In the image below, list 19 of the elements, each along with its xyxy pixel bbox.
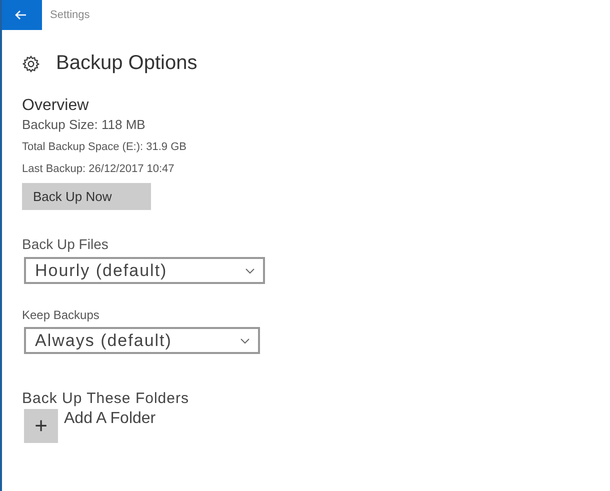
last-backup-text: Last Backup: 26/12/2017 10:47 [22, 163, 174, 175]
section-heading: Overview [22, 97, 89, 115]
dropdown[interactable]: Hourly (default) [24, 257, 265, 284]
page-title: Backup Options [56, 52, 198, 75]
back-arrow-icon [15, 10, 27, 20]
back-button[interactable] [2, 0, 42, 30]
chevron-down-icon [245, 268, 255, 274]
section-heading: Back Up These Folders [22, 390, 189, 407]
backup-size-text: Backup Size: 118 MB [22, 117, 146, 132]
back-up-now-button[interactable]: Back Up Now [22, 183, 151, 210]
dropdown[interactable]: Always (default) [24, 327, 260, 354]
add-folder-label: Add A Folder [64, 410, 156, 428]
dropdown-label: Back Up Files [22, 236, 108, 252]
window-title: Settings [50, 9, 90, 21]
gear-icon [22, 54, 40, 72]
total-space-text: Total Backup Space (E:): 31.9 GB [22, 141, 186, 153]
chevron-down-icon [240, 338, 250, 344]
add-folder-button[interactable]: + [24, 409, 58, 443]
dropdown-label: Keep Backups [22, 308, 100, 322]
